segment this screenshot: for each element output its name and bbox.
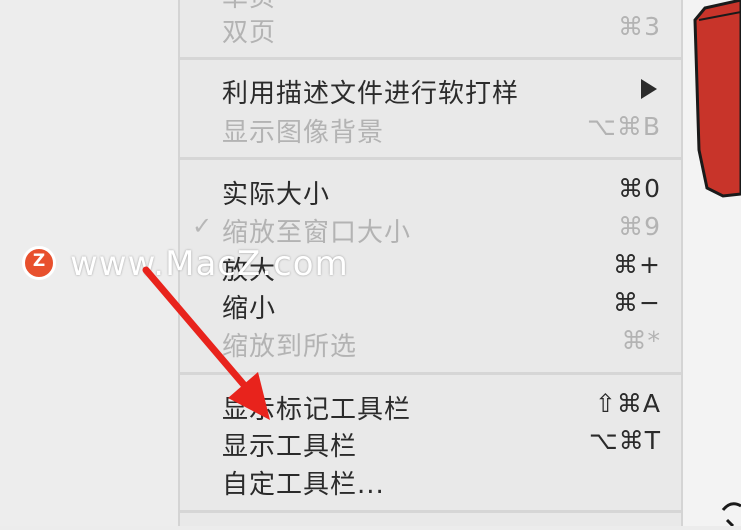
menu-item-shortcut: ⌘1 [618, 0, 661, 6]
menu-separator [180, 372, 681, 375]
menu-item-shortcut: ⌥⌘T [588, 426, 661, 455]
red-artwork-icon [693, 0, 741, 528]
menu-item-label: 自定工具栏... [222, 470, 385, 500]
menu-item-label: 利用描述文件进行软打样 [222, 79, 520, 109]
menu-item-zoom-to-fit[interactable]: ✓ 缩放至窗口大小 ⌘9 [180, 209, 681, 248]
menu-item-two-pages[interactable]: 双页 ⌘3 [180, 9, 681, 48]
menu-item-label: 实际大小 [222, 180, 331, 210]
menu-item-show-markup-toolbar[interactable]: 显示标记工具栏 ⇧⌘A [180, 386, 681, 425]
menu-item-label: 缩放到所选 [222, 332, 358, 362]
menu-item-shortcut: ⌘3 [618, 12, 661, 41]
menu-separator [180, 157, 681, 160]
menu-separator [180, 57, 681, 60]
menu-item-shortcut: ⌘0 [618, 174, 661, 203]
menu-item-label: 双页 [222, 18, 277, 48]
menu-item-customize-toolbar[interactable]: 自定工具栏... [180, 461, 681, 500]
menu-item-shortcut: ⌘+ [613, 250, 661, 279]
menu-item-zoom-to-selection[interactable]: 缩放到所选 ⌘* [180, 323, 681, 362]
menu-item-show-image-background[interactable]: 显示图像背景 ⌥⌘B [180, 109, 681, 148]
menu-item-label: 显示标记工具栏 [222, 395, 412, 425]
menu-item-shortcut: ⌥⌘B [587, 112, 661, 141]
menu-item-shortcut: ⇧⌘A [594, 389, 661, 418]
menu-separator [180, 510, 681, 513]
menu-item-label: 缩小 [222, 294, 277, 324]
menu-item-shortcut: ⌘− [613, 288, 661, 317]
watermark-logo-letter: Z [32, 251, 46, 271]
menu-item-soft-proof[interactable]: 利用描述文件进行软打样 [180, 70, 681, 109]
menu-item-actual-size[interactable]: 实际大小 ⌘0 [180, 171, 681, 210]
menu-item-zoom-out[interactable]: 缩小 ⌘− [180, 285, 681, 324]
menu-item-shortcut: ⌘9 [618, 212, 661, 241]
submenu-triangle-icon [641, 79, 657, 99]
menu-item-label: 显示工具栏 [222, 432, 358, 462]
watermark-text: www.MacZ.com [70, 244, 349, 284]
checkmark-icon: ✓ [192, 212, 213, 240]
macz-logo-icon: Z [22, 246, 56, 280]
background-artwork [683, 0, 741, 528]
menu-item-show-toolbar[interactable]: 显示工具栏 ⌥⌘T [180, 423, 681, 462]
menu-item-label: 显示图像背景 [222, 118, 385, 148]
menu-item-shortcut: ⌘* [621, 326, 661, 355]
